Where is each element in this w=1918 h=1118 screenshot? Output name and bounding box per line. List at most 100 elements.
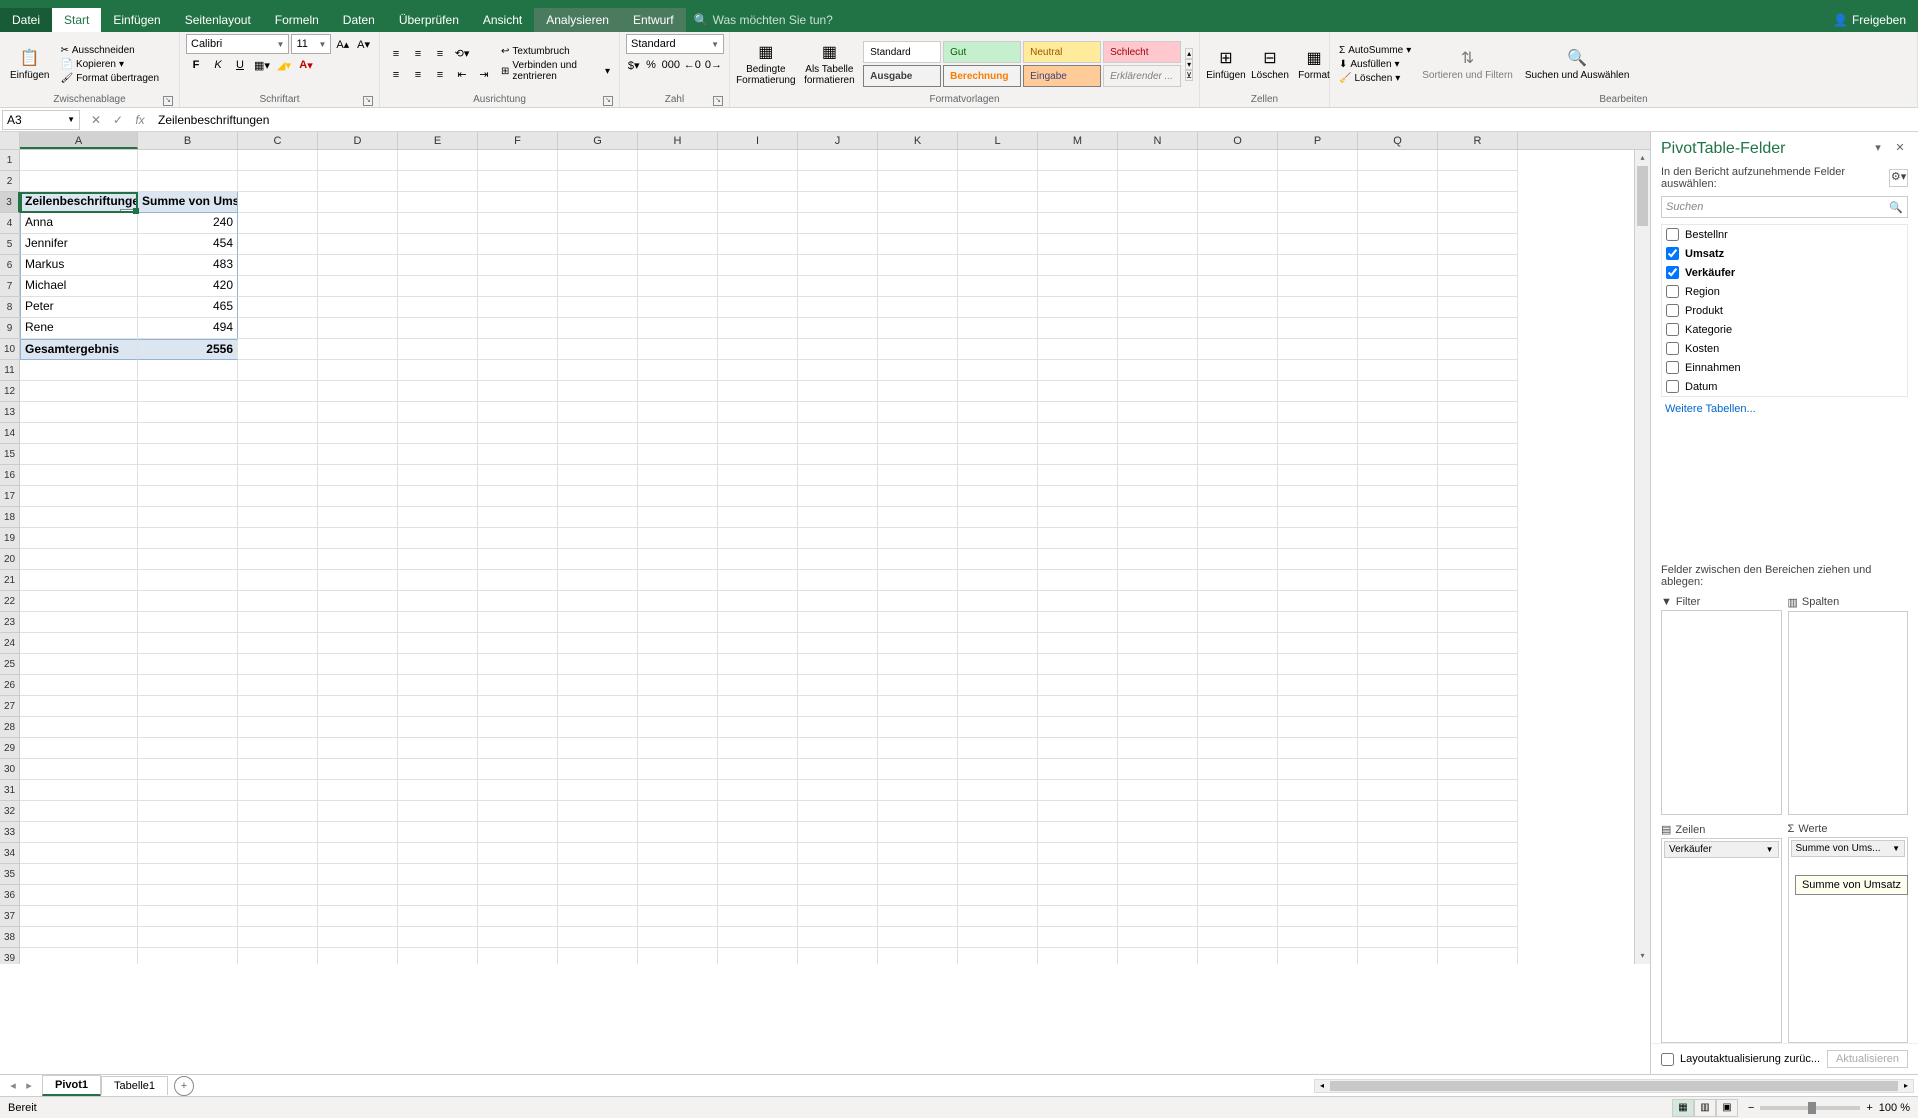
- cell[interactable]: [718, 486, 798, 507]
- cell[interactable]: [1358, 297, 1438, 318]
- cell[interactable]: [558, 864, 638, 885]
- cell[interactable]: [398, 423, 478, 444]
- cell[interactable]: [1198, 843, 1278, 864]
- cell[interactable]: [638, 885, 718, 906]
- cell[interactable]: [1358, 318, 1438, 339]
- cell[interactable]: [1198, 381, 1278, 402]
- cell[interactable]: [1198, 423, 1278, 444]
- cell[interactable]: [1358, 654, 1438, 675]
- cell[interactable]: [1438, 696, 1518, 717]
- tab-uberprufen[interactable]: Überprüfen: [387, 8, 471, 32]
- cell[interactable]: [1278, 381, 1358, 402]
- cell[interactable]: [238, 234, 318, 255]
- zoom-slider[interactable]: [1760, 1106, 1860, 1110]
- cell[interactable]: [718, 675, 798, 696]
- cell[interactable]: [1038, 612, 1118, 633]
- cell[interactable]: [958, 822, 1038, 843]
- cell[interactable]: [20, 717, 138, 738]
- cell[interactable]: [398, 759, 478, 780]
- cell[interactable]: [398, 234, 478, 255]
- cell[interactable]: [878, 255, 958, 276]
- cell[interactable]: [558, 654, 638, 675]
- cell[interactable]: [878, 402, 958, 423]
- cell[interactable]: [318, 402, 398, 423]
- cell[interactable]: [878, 717, 958, 738]
- cell[interactable]: [878, 423, 958, 444]
- cell[interactable]: [318, 360, 398, 381]
- cell[interactable]: [878, 360, 958, 381]
- cell[interactable]: [958, 738, 1038, 759]
- cell[interactable]: [318, 675, 398, 696]
- row-header-13[interactable]: 13: [0, 402, 20, 423]
- cell[interactable]: [238, 759, 318, 780]
- cell[interactable]: [318, 381, 398, 402]
- cell[interactable]: [1038, 591, 1118, 612]
- cell[interactable]: [1278, 570, 1358, 591]
- cell[interactable]: [318, 843, 398, 864]
- cell[interactable]: [238, 507, 318, 528]
- cell[interactable]: [1438, 654, 1518, 675]
- cell[interactable]: [138, 759, 238, 780]
- cell[interactable]: [1038, 675, 1118, 696]
- orientation-button[interactable]: ⟲▾: [452, 44, 472, 64]
- cell[interactable]: [1038, 948, 1118, 964]
- pivot-pane-close[interactable]: ✕: [1892, 141, 1908, 157]
- cell[interactable]: [798, 843, 878, 864]
- cell[interactable]: [1118, 906, 1198, 927]
- cell[interactable]: [1438, 822, 1518, 843]
- cell[interactable]: [138, 528, 238, 549]
- cell[interactable]: [1118, 318, 1198, 339]
- decrease-indent-button[interactable]: ⇤: [452, 65, 472, 85]
- cell[interactable]: [478, 486, 558, 507]
- cell[interactable]: [20, 822, 138, 843]
- merge-center-button[interactable]: ⊞Verbinden und zentrieren ▾: [498, 59, 613, 83]
- cell[interactable]: [1358, 528, 1438, 549]
- cell[interactable]: [1438, 843, 1518, 864]
- cell[interactable]: [878, 150, 958, 171]
- select-all-corner[interactable]: [0, 132, 20, 149]
- field-bestellnr[interactable]: Bestellnr: [1662, 225, 1907, 244]
- cell[interactable]: [318, 507, 398, 528]
- field-kategorie[interactable]: Kategorie: [1662, 320, 1907, 339]
- cell[interactable]: [238, 150, 318, 171]
- cell[interactable]: [478, 444, 558, 465]
- fill-color-button[interactable]: ◢▾: [274, 55, 294, 75]
- align-right-button[interactable]: ≡: [430, 65, 450, 85]
- cell[interactable]: [798, 465, 878, 486]
- cell[interactable]: [718, 276, 798, 297]
- cell[interactable]: [1118, 633, 1198, 654]
- cell[interactable]: [1278, 927, 1358, 948]
- cell[interactable]: [878, 318, 958, 339]
- cell[interactable]: [20, 465, 138, 486]
- cell[interactable]: [798, 381, 878, 402]
- cell[interactable]: [958, 885, 1038, 906]
- cell[interactable]: [398, 822, 478, 843]
- cell[interactable]: [398, 675, 478, 696]
- cell[interactable]: [718, 759, 798, 780]
- cell[interactable]: [1198, 864, 1278, 885]
- cell[interactable]: [878, 570, 958, 591]
- field-region[interactable]: Region: [1662, 282, 1907, 301]
- cell[interactable]: [1438, 402, 1518, 423]
- cell[interactable]: [1278, 822, 1358, 843]
- col-header-L[interactable]: L: [958, 132, 1038, 149]
- cell[interactable]: [1438, 717, 1518, 738]
- style-berechnung[interactable]: Berechnung: [943, 65, 1021, 87]
- cell[interactable]: [398, 927, 478, 948]
- cell[interactable]: [1118, 780, 1198, 801]
- row-header-33[interactable]: 33: [0, 822, 20, 843]
- decrease-decimal-button[interactable]: 0→: [704, 55, 723, 75]
- cell[interactable]: [318, 297, 398, 318]
- cell[interactable]: [1278, 738, 1358, 759]
- cell[interactable]: [638, 906, 718, 927]
- cell[interactable]: [638, 759, 718, 780]
- cell[interactable]: [558, 738, 638, 759]
- cell[interactable]: [1118, 759, 1198, 780]
- cell[interactable]: [238, 486, 318, 507]
- cell[interactable]: [478, 591, 558, 612]
- underline-button[interactable]: U: [230, 55, 250, 75]
- cell[interactable]: [1358, 423, 1438, 444]
- clipboard-launcher[interactable]: ↘: [163, 96, 173, 106]
- cell[interactable]: [638, 654, 718, 675]
- cell[interactable]: [958, 381, 1038, 402]
